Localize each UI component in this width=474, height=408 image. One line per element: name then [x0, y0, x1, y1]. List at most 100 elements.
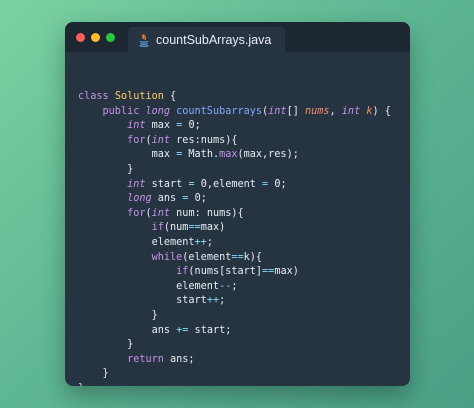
code-token: max) [200, 222, 226, 234]
code-token: } [78, 309, 158, 321]
code-token: for [127, 134, 146, 146]
code-line: for(int num: nums){ [78, 207, 410, 222]
code-token: if [176, 266, 189, 278]
java-icon [139, 33, 149, 47]
code-token: 0,element [194, 178, 263, 190]
file-tab[interactable]: countSubArrays.java [128, 27, 286, 52]
code-token: { [163, 91, 177, 102]
code-token: max [78, 149, 177, 161]
code-line: max = Math.max(max,res); [78, 148, 410, 163]
code-token: start; [188, 324, 232, 336]
title-bar: countSubArrays.java [65, 22, 410, 52]
code-token: if [151, 222, 164, 234]
code-token: ans [78, 324, 177, 336]
code-token: ans [157, 193, 183, 205]
code-token: ; [206, 236, 213, 248]
code-token: Math. [182, 149, 220, 161]
code-token: ; [231, 280, 238, 292]
code-token: Solution [114, 91, 164, 102]
code-line: ans += start; [78, 324, 410, 339]
code-token: ++ [194, 236, 207, 248]
code-token: max [151, 120, 177, 132]
code-line: int start = 0,element = 0; [78, 178, 410, 193]
code-token: long [145, 105, 177, 117]
code-token: num: nums){ [176, 207, 244, 219]
code-token: , [329, 105, 342, 117]
code-token: } [78, 368, 109, 380]
code-line: start++; [78, 294, 410, 309]
code-token: ++ [206, 295, 220, 307]
code-token: class [78, 91, 115, 102]
code-line: if(num==max) [78, 221, 410, 236]
code-token: start [151, 178, 189, 190]
code-token: 0; [268, 178, 287, 190]
code-window: countSubArrays.java class Solution { pub… [65, 22, 410, 386]
code-token: == [231, 251, 244, 263]
code-token: int [341, 105, 367, 117]
code-token: (nums[start] [188, 266, 263, 278]
code-token: (max,res); [237, 149, 299, 161]
code-line: class Solution { [78, 90, 410, 105]
code-line: for(int res:nums){ [78, 134, 410, 149]
code-line: element--; [78, 280, 410, 295]
code-token: long [127, 193, 158, 205]
code-token: (num [163, 222, 189, 234]
code-line: long ans = 0; [78, 192, 410, 207]
code-token: 0; [188, 193, 207, 205]
code-token: int [127, 178, 152, 190]
code-line: } [78, 382, 410, 386]
code-token: ans; [170, 353, 195, 365]
code-token: nums [304, 105, 330, 117]
code-token: element [78, 280, 220, 292]
code-token: return [127, 353, 171, 365]
code-line: element++; [78, 236, 410, 251]
code-token: int [151, 207, 177, 219]
code-token: public [78, 105, 146, 117]
code-token: == [188, 222, 201, 234]
code-line: if(nums[start]==max) [78, 265, 410, 280]
code-token: (element [182, 251, 232, 263]
code-token: == [262, 266, 275, 278]
code-line: } [78, 309, 410, 324]
code-token: -- [219, 280, 232, 292]
code-token: } [78, 163, 134, 175]
code-token: k){ [243, 251, 263, 263]
code-token: max [219, 149, 238, 161]
code-token: 0; [182, 120, 201, 132]
code-token: ) { [372, 105, 391, 117]
code-token: while [151, 251, 183, 263]
code-line: } [78, 163, 410, 178]
code-token: for [127, 207, 146, 219]
code-token: } [78, 339, 134, 351]
minimize-button[interactable] [91, 33, 100, 42]
code-line: } [78, 338, 410, 353]
maximize-button[interactable] [106, 33, 115, 42]
code-token: += [176, 324, 189, 336]
tab-title: countSubArrays.java [156, 32, 272, 47]
code-block: class Solution { public long countSubarr… [65, 52, 410, 386]
code-token: ; [219, 295, 226, 307]
code-token: int [268, 105, 287, 117]
code-token: max) [274, 266, 299, 278]
code-line: return ans; [78, 353, 410, 368]
code-token: start [78, 295, 207, 307]
close-button[interactable] [76, 33, 85, 42]
code-token: [] [286, 105, 305, 117]
code-token: int [127, 120, 152, 132]
code-token: countSubarrays [176, 105, 263, 117]
code-token: element [78, 236, 195, 248]
code-line: public long countSubarrays(int[] nums, i… [78, 105, 410, 120]
code-token: } [78, 383, 84, 386]
code-line: while(element==k){ [78, 251, 410, 266]
code-line: } [78, 367, 410, 382]
code-token: res:nums){ [176, 134, 238, 146]
